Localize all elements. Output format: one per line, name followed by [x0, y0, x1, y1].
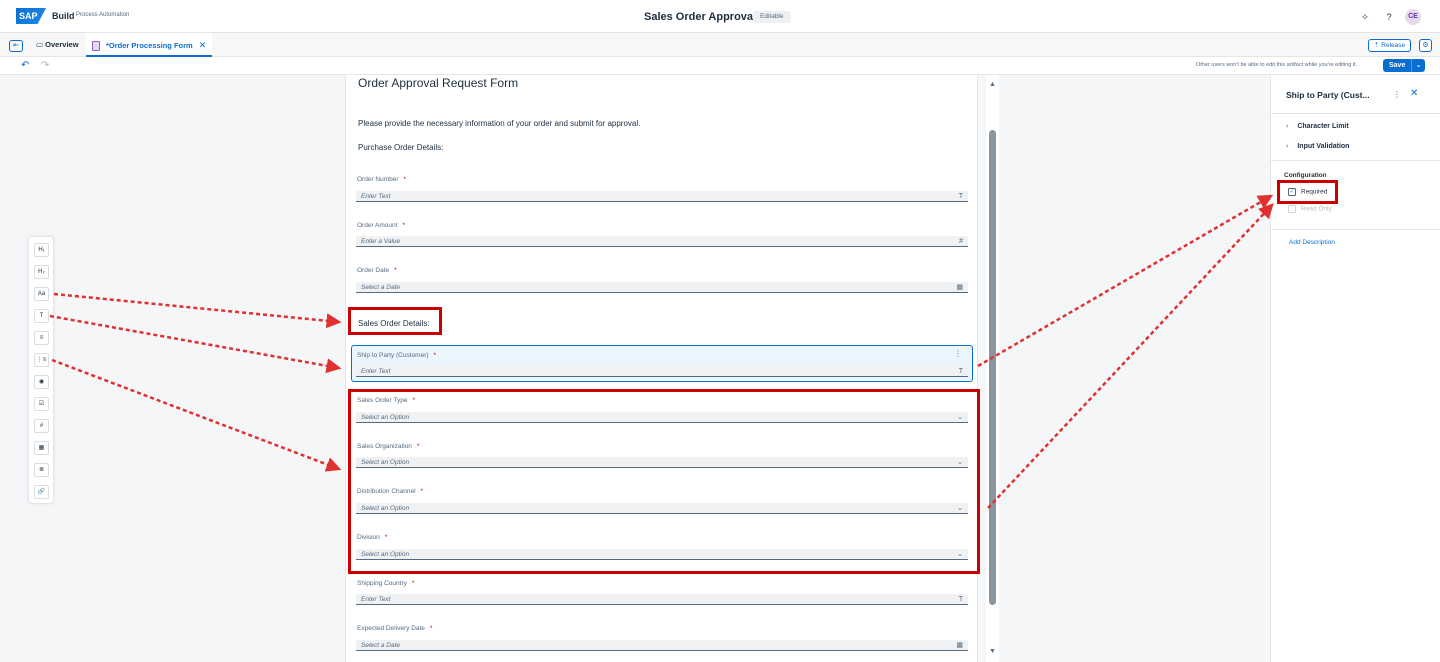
release-button[interactable]: ⇡ Release	[1368, 39, 1412, 52]
palette-heading2[interactable]: H₂	[34, 265, 49, 279]
field-label: Order Number *	[357, 176, 407, 183]
arrow-paragraph-to-heading	[53, 292, 342, 329]
calendar-icon: ▦	[956, 642, 963, 649]
order-date-input[interactable]: Select a Date ▦	[356, 282, 968, 293]
palette-date[interactable]: ▦	[34, 441, 49, 455]
calendar-icon: ▦	[956, 284, 963, 291]
avatar[interactable]: CE	[1405, 9, 1421, 25]
annotation-box-required	[1277, 180, 1338, 204]
close-tab-icon[interactable]: ✕	[199, 40, 207, 50]
palette-checkbox[interactable]: ☑	[34, 397, 49, 411]
palette-table[interactable]: ≣	[34, 463, 49, 477]
editor-toolbar: ↶ ↷ Other users won't be able to edit th…	[0, 57, 1440, 75]
section-purchase-order[interactable]: Purchase Order Details:	[358, 143, 443, 152]
configuration-heading: Configuration	[1284, 172, 1327, 179]
brand-name: Build	[52, 11, 75, 21]
expected-delivery-date-input[interactable]: Select a Date ▦	[356, 640, 968, 651]
add-description-link[interactable]: Add Description	[1289, 239, 1335, 246]
checkbox-icon	[1288, 205, 1296, 213]
joule-icon[interactable]: ✧	[1359, 11, 1371, 23]
number-icon: #	[959, 238, 963, 245]
more-options-icon[interactable]: ⋮	[954, 349, 962, 358]
more-options-icon[interactable]: ⋮	[1393, 90, 1401, 99]
shipping-country-input[interactable]: Enter Text T	[356, 594, 968, 605]
shell-bar: SAP Build Process Automation Sales Order…	[0, 0, 1440, 33]
settings-gear-icon[interactable]: ⚙	[1419, 39, 1432, 52]
scroll-up-icon[interactable]: ▲	[989, 81, 996, 88]
arrow-selects-to-required	[987, 203, 1274, 509]
palette-heading1[interactable]: H₁	[34, 243, 49, 257]
close-icon[interactable]: ✕	[1410, 88, 1418, 99]
form-intro[interactable]: Please provide the necessary information…	[358, 119, 640, 128]
palette-number[interactable]: #	[34, 419, 49, 433]
save-label: Save	[1389, 62, 1406, 69]
save-button[interactable]: Save ⌄	[1383, 59, 1425, 72]
divider	[1271, 113, 1440, 114]
undo-icon[interactable]: ↶	[21, 60, 29, 71]
read-only-checkbox[interactable]: Read Only	[1288, 205, 1332, 213]
text-icon: T	[958, 596, 963, 603]
sap-logo[interactable]: SAP	[16, 8, 46, 24]
status-badge: Editable	[753, 11, 791, 23]
palette-dropdown[interactable]: ⋮≡	[34, 353, 49, 367]
lock-note: Other users won't be able to edit this a…	[1196, 62, 1358, 68]
field-label: Order Amount *	[357, 222, 405, 229]
palette-text-area[interactable]: ≡	[34, 331, 49, 345]
field-label: Shipping Country *	[357, 580, 415, 587]
field-label: Expected Delivery Date *	[357, 625, 433, 632]
arrow-input-to-required	[977, 194, 1274, 368]
order-amount-input[interactable]: Enter a Value #	[356, 236, 968, 247]
palette-text-field[interactable]: T	[34, 309, 49, 323]
tab-order-processing-form[interactable]: *Order Processing Form ✕	[86, 33, 213, 57]
tab-overview[interactable]: ▭ Overview	[30, 33, 85, 57]
form-document-icon	[92, 41, 100, 52]
tab-overview-label: Overview	[45, 40, 79, 49]
palette-radio[interactable]: ◉	[34, 375, 49, 389]
field-label: Ship to Party (Customer) *	[357, 352, 437, 359]
tab-bar: ⇤ ▭ Overview *Order Processing Form ✕ ⇡ R…	[0, 33, 1440, 57]
form-title[interactable]: Order Approval Request Form	[358, 76, 518, 90]
divider	[1271, 229, 1440, 230]
ship-to-party-input[interactable]: Enter Text T	[356, 366, 968, 377]
chevron-right-icon: ›	[1286, 123, 1289, 130]
tab-form-label: *Order Processing Form	[106, 41, 193, 50]
help-icon[interactable]: ?	[1383, 11, 1395, 23]
chevron-right-icon: ›	[1286, 143, 1289, 150]
expander-input-validation[interactable]: › Input Validation	[1286, 143, 1349, 150]
side-nav-icon[interactable]: ⇤	[9, 40, 23, 52]
panel-title: Ship to Party (Cust...	[1286, 90, 1370, 100]
redo-icon[interactable]: ↷	[41, 60, 49, 71]
scroll-thumb[interactable]	[989, 130, 996, 605]
annotation-box-dropdowns	[348, 389, 980, 574]
properties-panel: Ship to Party (Cust... ⋮ ✕ › Character Li…	[1270, 75, 1440, 662]
expander-character-limit[interactable]: › Character Limit	[1286, 123, 1349, 130]
chevron-down-icon[interactable]: ⌄	[1411, 59, 1425, 72]
release-label: Release	[1381, 42, 1406, 49]
palette-link[interactable]: 🔗	[34, 485, 49, 499]
element-palette: H₁ H₂ Aa T ≡ ⋮≡ ◉ ☑ # ▦ ≣ 🔗	[28, 236, 54, 504]
text-icon: T	[958, 193, 963, 200]
arrow-dropdown-to-selects	[51, 358, 342, 472]
canvas-scrollbar[interactable]: ▲ ▼	[986, 75, 999, 662]
scroll-down-icon[interactable]: ▼	[989, 648, 996, 655]
arrow-textfield-to-input	[49, 314, 342, 374]
brand-subtitle: Process Automation	[76, 12, 130, 18]
text-icon: T	[958, 368, 963, 375]
divider	[1271, 160, 1440, 161]
annotation-box-section-heading	[348, 307, 442, 335]
field-label: Order Date *	[357, 267, 397, 274]
palette-paragraph[interactable]: Aa	[34, 287, 49, 301]
app-title: Sales Order Approval	[644, 11, 757, 23]
folder-icon: ▭	[36, 40, 46, 49]
order-number-input[interactable]: Enter Text T	[356, 191, 968, 202]
